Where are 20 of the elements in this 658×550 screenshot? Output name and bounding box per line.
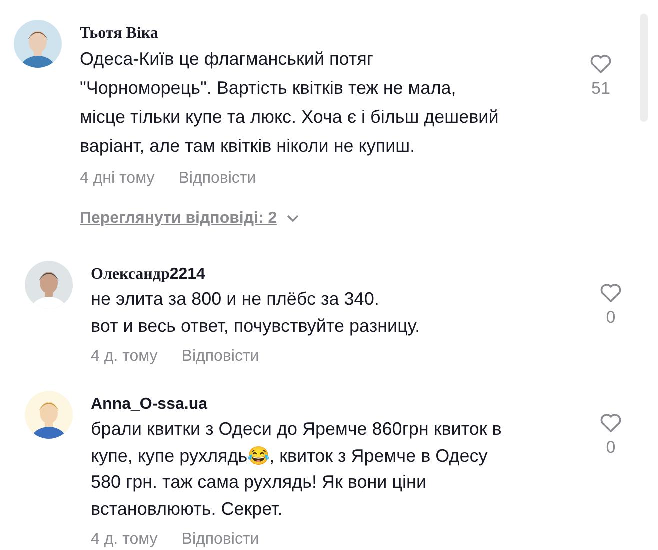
- comment-date: 4 дні тому: [80, 169, 155, 189]
- comment-date: 4 д. тому: [91, 530, 158, 550]
- heart-icon[interactable]: [599, 411, 623, 435]
- like-count: 0: [606, 307, 616, 329]
- like-count: 51: [592, 78, 610, 100]
- view-replies-link[interactable]: Переглянути відповіді: 2: [80, 207, 278, 231]
- comment-text: Одеса-Київ це флагманський потяг "Чорноморець". Вартість квітків теж не мала, місце тільки купе та люкс. Хоча є і більш дешевий варіант, але там квітків ніколи не купиш.: [80, 48, 500, 158]
- author-name[interactable]: Тьотя Віка: [80, 23, 570, 45]
- author-name[interactable]: Олександр2214: [91, 264, 581, 286]
- heart-icon[interactable]: [589, 52, 613, 76]
- comment-text: брали квитки з Одеси до Яремче 860грн квиток в купе, купе рухлядь😂, квиток з Яремче в Одесу 580 грн. таж сама рухлядь! Як вони ціни встановлюють. Секрет.: [91, 418, 503, 521]
- heart-icon[interactable]: [599, 281, 623, 305]
- reply-link[interactable]: Відповісти: [178, 167, 256, 191]
- author-name[interactable]: Anna_O-ssa.ua: [91, 394, 581, 416]
- comment-date: 4 д. тому: [91, 347, 158, 367]
- comment-text: не элита за 800 и не плёбс за 340. вот и весь ответ, почувствуйте разницу.: [91, 288, 422, 338]
- reply-link[interactable]: Відповісти: [182, 345, 260, 369]
- reply-link[interactable]: Відповісти: [182, 528, 260, 550]
- like-count: 0: [606, 437, 616, 459]
- chevron-down-icon[interactable]: [287, 215, 300, 223]
